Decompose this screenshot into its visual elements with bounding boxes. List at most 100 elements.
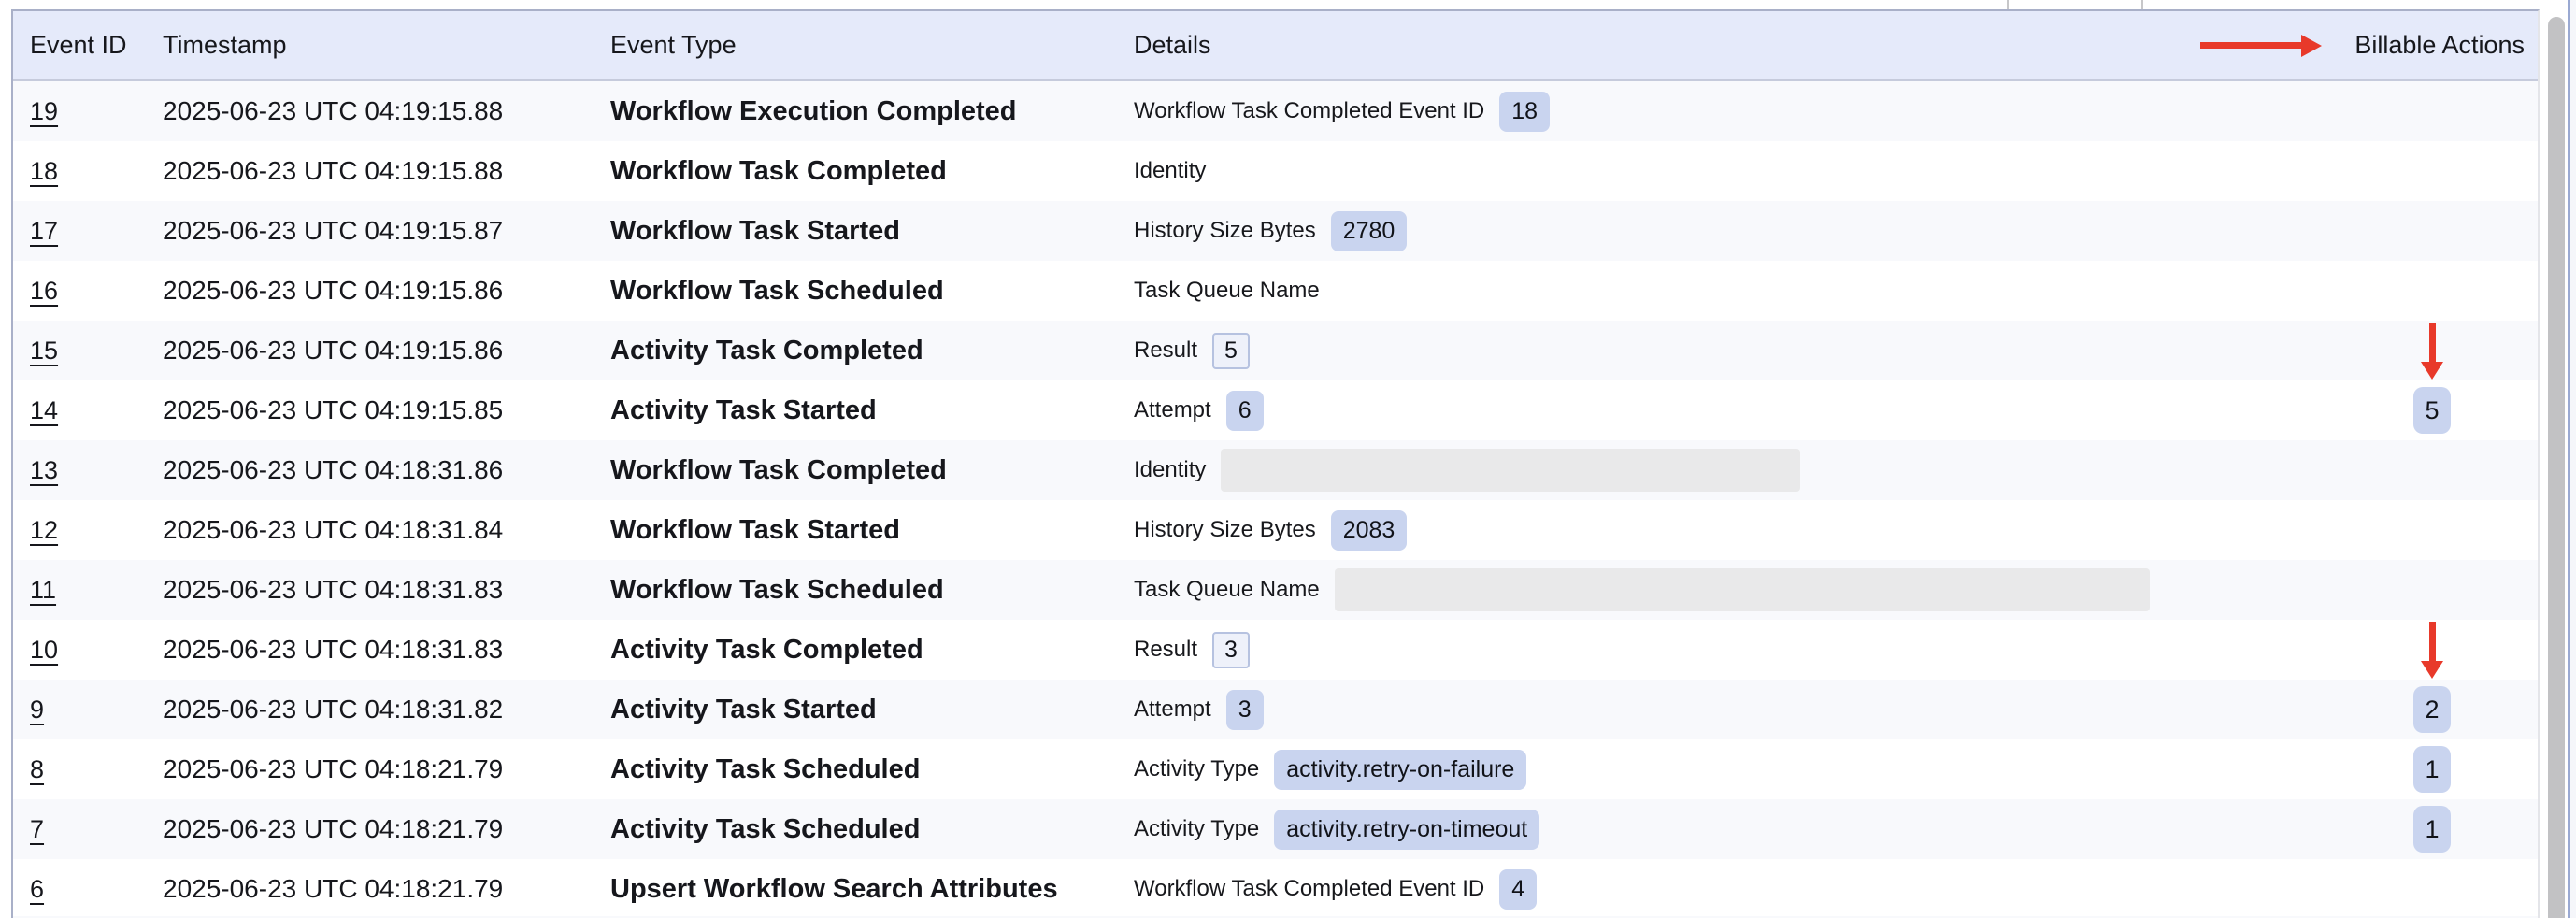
event-details: Workflow Task Completed Event ID 18 <box>1134 81 1550 141</box>
table-row[interactable]: 6 2025-06-23 UTC 04:18:21.79 Upsert Work… <box>13 859 2538 918</box>
event-type: Activity Task Scheduled <box>610 739 920 799</box>
detail-label: Task Queue Name <box>1134 577 1320 603</box>
event-history-screen: Event ID Timestamp Event Type Details Bi… <box>0 0 2576 918</box>
billable-actions-cell <box>2376 500 2488 560</box>
column-header-timestamp: Timestamp <box>163 11 287 79</box>
event-details: History Size Bytes 2780 <box>1134 201 1407 261</box>
event-id-link[interactable]: 14 <box>30 396 58 425</box>
billable-actions-badge: 2 <box>2413 686 2451 733</box>
column-header-event-type: Event Type <box>610 11 737 79</box>
billable-actions-cell <box>2376 141 2488 201</box>
event-details: Activity Type activity.retry-on-failure <box>1134 739 1526 799</box>
event-timestamp: 2025-06-23 UTC 04:18:21.79 <box>163 739 503 799</box>
table-row[interactable]: 13 2025-06-23 UTC 04:18:31.86 Workflow T… <box>13 440 2538 500</box>
event-id-link[interactable]: 13 <box>30 456 58 485</box>
billable-actions-badge: 5 <box>2413 387 2451 434</box>
event-id-link[interactable]: 11 <box>30 576 56 605</box>
column-header-event-id: Event ID <box>30 11 127 79</box>
detail-value-badge: activity.retry-on-timeout <box>1274 810 1539 850</box>
event-details: Attempt 3 <box>1134 680 1264 739</box>
event-details: Identity <box>1134 141 1206 201</box>
event-details: Attempt 6 <box>1134 380 1264 440</box>
table-row[interactable]: 19 2025-06-23 UTC 04:19:15.88 Workflow E… <box>13 81 2538 141</box>
vertical-scrollbar[interactable] <box>2548 17 2565 918</box>
event-timestamp: 2025-06-23 UTC 04:18:31.82 <box>163 680 503 739</box>
table-row[interactable]: 15 2025-06-23 UTC 04:19:15.86 Activity T… <box>13 321 2538 380</box>
table-row[interactable]: 17 2025-06-23 UTC 04:19:15.87 Workflow T… <box>13 201 2538 261</box>
event-history-table: Event ID Timestamp Event Type Details Bi… <box>11 9 2540 918</box>
table-row[interactable]: 10 2025-06-23 UTC 04:18:31.83 Activity T… <box>13 620 2538 680</box>
billable-actions-cell <box>2376 440 2488 500</box>
event-id-link[interactable]: 15 <box>30 337 58 366</box>
billable-actions-cell: 2 <box>2376 680 2488 739</box>
event-timestamp: 2025-06-23 UTC 04:19:15.86 <box>163 321 503 380</box>
table-row[interactable]: 18 2025-06-23 UTC 04:19:15.88 Workflow T… <box>13 141 2538 201</box>
event-id-link[interactable]: 8 <box>30 755 44 784</box>
detail-label: Workflow Task Completed Event ID <box>1134 876 1484 902</box>
detail-label: Activity Type <box>1134 756 1259 782</box>
column-header-details: Details <box>1134 11 1211 79</box>
red-arrow-down-icon <box>2421 323 2443 380</box>
event-id-link[interactable]: 17 <box>30 217 58 246</box>
event-details: Task Queue Name <box>1134 560 2150 620</box>
event-timestamp: 2025-06-23 UTC 04:18:31.86 <box>163 440 503 500</box>
event-id-link[interactable]: 18 <box>30 157 58 186</box>
table-row[interactable]: 8 2025-06-23 UTC 04:18:21.79 Activity Ta… <box>13 739 2538 799</box>
billable-actions-cell <box>2376 81 2488 141</box>
event-id-link[interactable]: 16 <box>30 277 58 306</box>
detail-value-badge: 6 <box>1226 391 1264 431</box>
event-id-link[interactable]: 9 <box>30 696 44 724</box>
detail-label: History Size Bytes <box>1134 218 1316 244</box>
event-id-link[interactable]: 12 <box>30 516 58 545</box>
event-id-link[interactable]: 19 <box>30 97 58 126</box>
event-details: Activity Type activity.retry-on-timeout <box>1134 799 1539 859</box>
event-type: Activity Task Started <box>610 380 877 440</box>
event-details: Workflow Task Completed Event ID 4 <box>1134 859 1537 918</box>
event-details: Result 3 <box>1134 620 1250 680</box>
red-arrow-right-icon <box>2200 35 2322 57</box>
detail-label: Result <box>1134 337 1197 364</box>
detail-label: Task Queue Name <box>1134 278 1320 304</box>
detail-value-badge: 18 <box>1499 92 1550 132</box>
detail-label: Workflow Task Completed Event ID <box>1134 98 1484 124</box>
table-row[interactable]: 11 2025-06-23 UTC 04:18:31.83 Workflow T… <box>13 560 2538 620</box>
table-row[interactable]: 9 2025-06-23 UTC 04:18:31.82 Activity Ta… <box>13 680 2538 739</box>
event-type: Upsert Workflow Search Attributes <box>610 859 1058 918</box>
detail-label: Attempt <box>1134 397 1211 423</box>
event-id-link[interactable]: 6 <box>30 875 44 904</box>
billable-actions-badge: 1 <box>2413 746 2451 793</box>
table-row[interactable]: 16 2025-06-23 UTC 04:19:15.86 Workflow T… <box>13 261 2538 321</box>
event-type: Workflow Task Scheduled <box>610 261 944 321</box>
detail-value-badge: 2083 <box>1331 510 1408 551</box>
event-type: Activity Task Completed <box>610 620 923 680</box>
redacted-value-box <box>1221 449 1800 492</box>
table-header-row: Event ID Timestamp Event Type Details Bi… <box>13 11 2538 81</box>
event-id-link[interactable]: 10 <box>30 636 58 665</box>
detail-value-badge: 4 <box>1499 869 1537 910</box>
billable-actions-badge: 1 <box>2413 806 2451 853</box>
event-id-link[interactable]: 7 <box>30 815 44 844</box>
cropped-top-area <box>0 0 2576 9</box>
billable-actions-cell: 5 <box>2376 380 2488 440</box>
detail-value-badge: 2780 <box>1331 211 1408 251</box>
event-timestamp: 2025-06-23 UTC 04:18:31.83 <box>163 620 503 680</box>
detail-result-badge: 5 <box>1212 333 1250 369</box>
page-edge-background <box>2570 0 2576 918</box>
detail-value-badge: activity.retry-on-failure <box>1274 750 1526 790</box>
table-row[interactable]: 14 2025-06-23 UTC 04:19:15.85 Activity T… <box>13 380 2538 440</box>
event-details: Result 5 <box>1134 321 1250 380</box>
event-details: Task Queue Name <box>1134 261 1320 321</box>
event-type: Activity Task Started <box>610 680 877 739</box>
event-timestamp: 2025-06-23 UTC 04:18:21.79 <box>163 799 503 859</box>
table-row[interactable]: 12 2025-06-23 UTC 04:18:31.84 Workflow T… <box>13 500 2538 560</box>
detail-value-badge: 3 <box>1226 690 1264 730</box>
billable-actions-cell: 1 <box>2376 799 2488 859</box>
event-timestamp: 2025-06-23 UTC 04:19:15.86 <box>163 261 503 321</box>
detail-label: Activity Type <box>1134 816 1259 842</box>
billable-actions-cell <box>2376 560 2488 620</box>
table-row[interactable]: 7 2025-06-23 UTC 04:18:21.79 Activity Ta… <box>13 799 2538 859</box>
event-type: Activity Task Completed <box>610 321 923 380</box>
redacted-value-box <box>1335 568 2150 611</box>
detail-result-badge: 3 <box>1212 632 1250 668</box>
detail-label: Result <box>1134 637 1197 663</box>
